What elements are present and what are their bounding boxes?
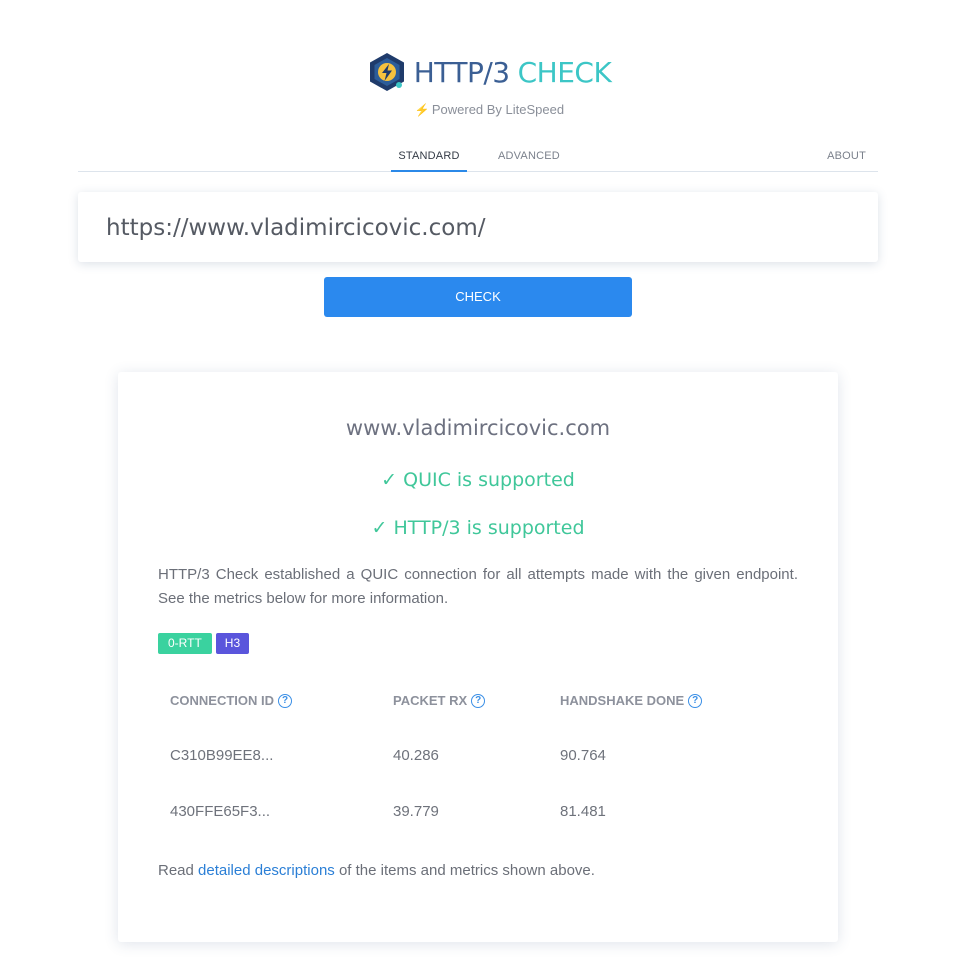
tab-about[interactable]: ABOUT <box>827 150 866 162</box>
table-cell-packet-rx: 39.779 <box>393 803 439 820</box>
header-packet-rx: PACKET RX ? <box>393 693 486 708</box>
result-description: HTTP/3 Check established a QUIC connecti… <box>158 566 798 607</box>
help-icon[interactable]: ? <box>471 693 486 708</box>
help-icon[interactable]: ? <box>278 693 292 708</box>
detailed-descriptions-link[interactable]: detailed descriptions <box>198 862 335 879</box>
table-cell-handshake-done: 81.481 <box>560 803 606 820</box>
badge-0rtt: 0-RTT <box>158 633 212 654</box>
powered-by: ⚡ Powered By LiteSpeed <box>0 102 979 117</box>
litespeed-bolt-hexagon-icon <box>369 53 404 91</box>
result-domain: www.vladimircicovic.com <box>345 416 611 440</box>
logo-title-http3: HTTP/3 <box>413 55 510 89</box>
url-input-container <box>78 192 878 262</box>
url-input[interactable] <box>106 210 846 246</box>
result-card: www.vladimircicovic.com ✓ QUIC is suppor… <box>118 372 838 942</box>
header-connection-id: CONNECTION ID ? <box>170 693 292 708</box>
tab-standard[interactable]: STANDARD <box>391 150 467 172</box>
header-handshake-done: HANDSHAKE DONE ? <box>560 693 703 708</box>
footer-note: Read detailed descriptions of the items … <box>158 862 595 879</box>
table-cell-connection-id: C310B99EE8... <box>170 747 274 764</box>
tab-bar: STANDARD ADVANCED ABOUT <box>78 140 878 172</box>
header-connection-id-label: CONNECTION ID <box>170 693 274 708</box>
bolt-icon: ⚡ <box>414 103 430 117</box>
footer-suffix: of the items and metrics shown above. <box>334 862 595 879</box>
logo-title-check: CHECK <box>517 55 612 89</box>
badge-h3: H3 <box>215 633 250 654</box>
help-icon[interactable]: ? <box>688 693 703 708</box>
header-packet-rx-label: PACKET RX <box>393 693 468 708</box>
table-cell-connection-id: 430FFE65F3... <box>170 803 271 820</box>
quic-status: ✓ QUIC is supported <box>381 469 575 491</box>
badge-group: 0-RTT H3 <box>158 633 250 654</box>
check-button[interactable]: CHECK <box>324 277 632 317</box>
powered-by-text: Powered By LiteSpeed <box>431 102 565 117</box>
header-handshake-done-label: HANDSHAKE DONE <box>560 693 685 708</box>
table-cell-packet-rx: 40.286 <box>393 747 439 764</box>
tab-advanced[interactable]: ADVANCED <box>498 150 560 162</box>
logo: HTTP/3 CHECK <box>0 52 979 92</box>
footer-prefix: Read <box>158 862 199 879</box>
http3-status: ✓ HTTP/3 is supported <box>371 517 585 539</box>
table-cell-handshake-done: 90.764 <box>560 747 606 764</box>
